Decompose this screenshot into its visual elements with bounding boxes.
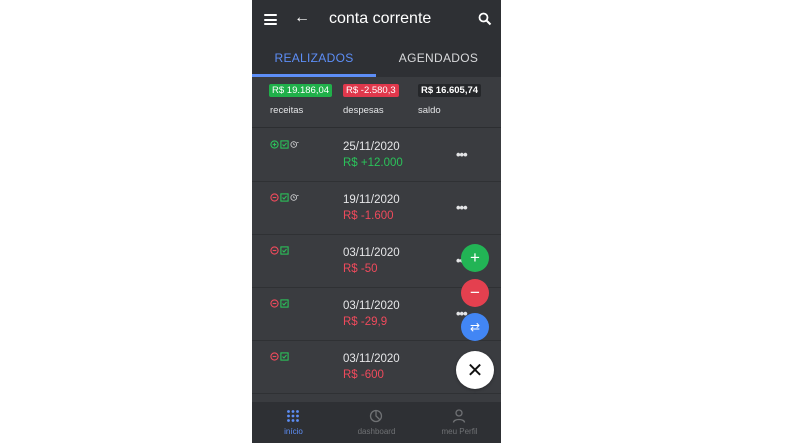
add-expense-button[interactable]: − bbox=[461, 279, 489, 307]
more-options-icon[interactable]: ••• bbox=[456, 201, 468, 214]
nav-dashboard[interactable]: dashboard bbox=[335, 402, 418, 443]
menu-icon[interactable] bbox=[264, 14, 277, 25]
receitas-value: R$ 19.186,04 bbox=[269, 84, 333, 97]
transaction-date: 03/11/2020 bbox=[343, 300, 400, 312]
transaction-row[interactable]: 19/11/2020 R$ -1.600 ••• bbox=[252, 181, 501, 235]
transaction-date: 19/11/2020 bbox=[343, 194, 400, 206]
transaction-date: 25/11/2020 bbox=[343, 141, 400, 153]
balance-summary: R$ 19.186,04 R$ -2.580,3 R$ 16.605,74 re… bbox=[252, 77, 501, 128]
tab-realizados[interactable]: REALIZADOS bbox=[252, 39, 376, 77]
minus-circle-icon bbox=[270, 299, 279, 308]
transaction-amount: R$ -29,9 bbox=[343, 316, 388, 328]
user-icon bbox=[452, 409, 466, 423]
transfer-button[interactable]: ⇄ bbox=[461, 313, 489, 341]
repeat-clock-icon bbox=[290, 194, 299, 201]
nav-label: dashboard bbox=[357, 427, 396, 436]
check-square-icon bbox=[280, 299, 289, 308]
app-bar: ← conta corrente bbox=[252, 0, 501, 39]
transaction-date: 03/11/2020 bbox=[343, 353, 400, 365]
nav-inicio[interactable]: início bbox=[252, 402, 335, 443]
transaction-row[interactable]: 25/11/2020 R$ +12.000 ••• bbox=[252, 128, 501, 182]
bottom-navigation: início dashboard meu Perfil bbox=[252, 402, 501, 443]
transaction-amount: R$ -600 bbox=[343, 369, 384, 381]
minus-circle-icon bbox=[270, 246, 279, 255]
page-title: conta corrente bbox=[329, 10, 432, 27]
saldo-value: R$ 16.605,74 bbox=[418, 84, 482, 97]
despesas-value: R$ -2.580,3 bbox=[343, 84, 399, 97]
plus-circle-icon bbox=[270, 140, 279, 149]
check-square-icon bbox=[280, 193, 289, 202]
check-square-icon bbox=[280, 352, 289, 361]
transaction-date: 03/11/2020 bbox=[343, 247, 400, 259]
minus-circle-icon bbox=[270, 352, 279, 361]
back-arrow-icon[interactable]: ← bbox=[294, 9, 310, 27]
more-options-icon[interactable]: ••• bbox=[456, 148, 468, 161]
pie-chart-icon bbox=[369, 409, 383, 423]
minus-circle-icon bbox=[270, 193, 279, 202]
transaction-amount: R$ +12.000 bbox=[343, 157, 403, 169]
transaction-amount: R$ -50 bbox=[343, 263, 378, 275]
add-income-button[interactable]: + bbox=[461, 244, 489, 272]
tab-bar: REALIZADOS AGENDADOS bbox=[252, 39, 501, 77]
search-icon[interactable] bbox=[478, 12, 492, 26]
repeat-clock-icon bbox=[290, 141, 299, 148]
grid-dots-icon bbox=[287, 410, 299, 422]
nav-label: meu Perfil bbox=[441, 427, 478, 436]
app-screen: ← conta corrente REALIZADOS AGENDADOS R$… bbox=[252, 0, 501, 443]
nav-meu-perfil[interactable]: meu Perfil bbox=[418, 402, 501, 443]
check-square-icon bbox=[280, 140, 289, 149]
saldo-label: saldo bbox=[418, 105, 441, 116]
receitas-label: receitas bbox=[270, 105, 304, 116]
transaction-amount: R$ -1.600 bbox=[343, 210, 394, 222]
close-fab-button[interactable]: ✕ bbox=[456, 351, 494, 389]
tab-agendados[interactable]: AGENDADOS bbox=[376, 39, 501, 77]
nav-label: início bbox=[284, 427, 303, 436]
check-square-icon bbox=[280, 246, 289, 255]
despesas-label: despesas bbox=[343, 105, 384, 116]
